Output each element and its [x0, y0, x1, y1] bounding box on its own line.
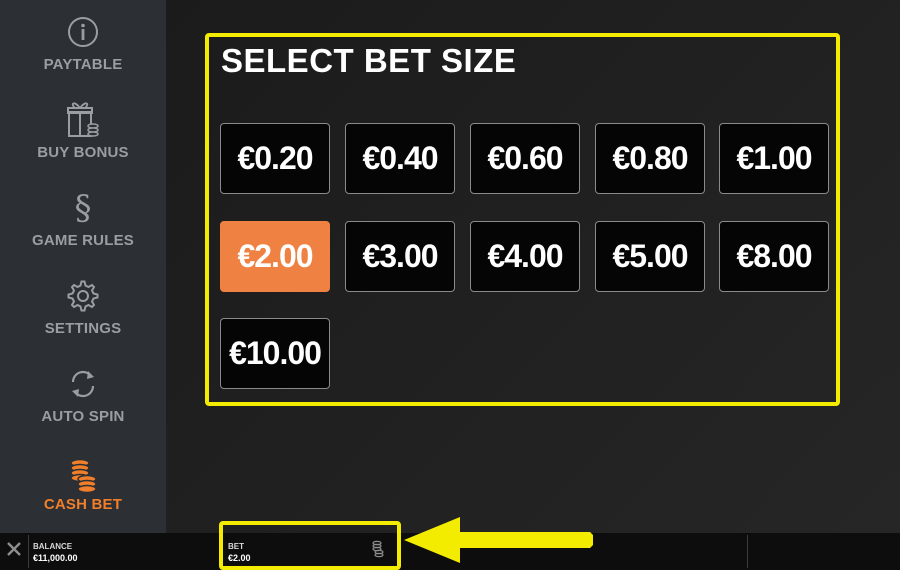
sidebar-item-label: PAYTABLE: [43, 56, 123, 73]
sidebar-item-cash-bet[interactable]: CASH BET: [0, 440, 166, 528]
divider: [28, 535, 29, 568]
bet-option-1-00[interactable]: €1.00: [719, 123, 829, 194]
balance-label: BALANCE: [33, 542, 73, 551]
sidebar-item-label: CASH BET: [43, 496, 123, 513]
coins-icon: [66, 452, 100, 493]
refresh-icon: [66, 364, 100, 404]
gear-icon: [66, 276, 100, 316]
info-icon: [66, 12, 100, 52]
sidebar-item-settings[interactable]: SETTINGS: [0, 264, 166, 352]
bet-option-0-40[interactable]: €0.40: [345, 123, 455, 194]
close-button[interactable]: [0, 533, 28, 570]
sidebar-item-paytable[interactable]: PAYTABLE: [0, 0, 166, 88]
balance-value: €11,000.00: [33, 553, 78, 563]
bet-option-5-00[interactable]: €5.00: [595, 221, 705, 292]
bet-option-8-00[interactable]: €8.00: [719, 221, 829, 292]
bet-box-highlight: [219, 521, 401, 570]
sidebar-item-label: AUTO SPIN: [41, 408, 125, 425]
bet-option-4-00[interactable]: €4.00: [470, 221, 580, 292]
sidebar: PAYTABLE BUY BONUS § GAME RULES SETTINGS…: [0, 0, 166, 533]
bet-option-2-00[interactable]: €2.00: [220, 221, 330, 292]
bet-option-10-00[interactable]: €10.00: [220, 318, 330, 389]
sidebar-item-label: BUY BONUS: [37, 144, 129, 161]
page-title: SELECT BET SIZE: [221, 42, 517, 79]
arrow-left-icon: [402, 515, 597, 570]
bet-option-3-00[interactable]: €3.00: [345, 221, 455, 292]
sidebar-item-buy-bonus[interactable]: BUY BONUS: [0, 88, 166, 176]
sidebar-item-auto-spin[interactable]: AUTO SPIN: [0, 352, 166, 440]
divider: [747, 535, 748, 568]
gift-icon: [66, 100, 100, 140]
bet-option-0-60[interactable]: €0.60: [470, 123, 580, 194]
bet-option-0-80[interactable]: €0.80: [595, 123, 705, 194]
sidebar-item-game-rules[interactable]: § GAME RULES: [0, 176, 166, 264]
section-icon: §: [74, 188, 92, 228]
sidebar-item-label: SETTINGS: [44, 320, 122, 337]
sidebar-item-label: GAME RULES: [31, 232, 134, 249]
bet-option-0-20[interactable]: €0.20: [220, 123, 330, 194]
close-icon: [6, 541, 22, 562]
